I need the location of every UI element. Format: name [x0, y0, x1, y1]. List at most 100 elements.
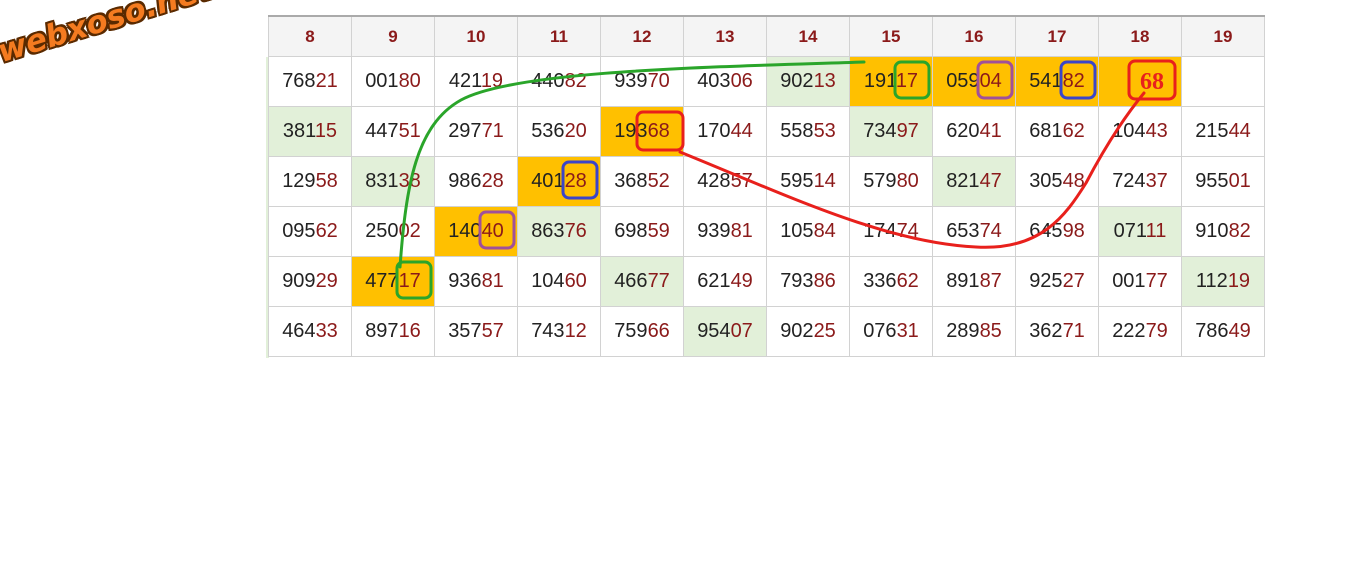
result-cell: 42857 [683, 156, 767, 207]
cell-tail-digits: 71 [1062, 320, 1085, 342]
cell-head-digits: 986 [448, 170, 482, 192]
cell-head-digits: 362 [1029, 320, 1063, 342]
result-cell: 12958 [268, 156, 352, 207]
cell-head-digits: 863 [531, 220, 565, 242]
cell-tail-digits: 97 [896, 120, 919, 142]
cell-tail-digits: 76 [564, 220, 587, 242]
cell-tail-digits: 20 [564, 120, 587, 142]
cell-tail-digits: 62 [315, 220, 338, 242]
column-header-9: 9 [351, 15, 435, 57]
cell-tail-digits: 16 [398, 320, 421, 342]
cell-head-digits: 768 [282, 70, 316, 92]
cell-head-digits: 368 [614, 170, 648, 192]
cell-head-digits: 954 [697, 320, 731, 342]
cell-tail-digits: 06 [730, 70, 753, 92]
cell-head-digits: 297 [448, 120, 482, 142]
result-cell: 47717 [351, 256, 435, 307]
cell-head-digits: 925 [1029, 270, 1063, 292]
cell-tail-digits: 44 [1228, 120, 1251, 142]
cell-head-digits: 001 [1112, 270, 1146, 292]
cell-head-digits: 403 [697, 70, 731, 92]
cell-tail-digits: 77 [1145, 270, 1168, 292]
result-cell: 05904 [932, 56, 1016, 107]
cell-head-digits: 759 [614, 320, 648, 342]
results-table: 8 9 10 11 12 13 14 15 16 17 18 19 76821 00180 42119 44… [268, 15, 1265, 357]
cell-tail-digits: 02 [398, 220, 421, 242]
cell-tail-digits: 11 [1145, 220, 1167, 242]
result-cell: 10584 [766, 206, 850, 257]
cell-head-digits: 909 [282, 270, 316, 292]
result-cell: 17044 [683, 106, 767, 157]
result-cell: 17474 [849, 206, 933, 257]
cell-tail-digits: 17 [398, 270, 421, 292]
column-header-12: 12 [600, 15, 684, 57]
cell-head-digits: 140 [448, 220, 482, 242]
result-cell: 19368 [600, 106, 684, 157]
cell-tail-digits: 27 [1062, 270, 1085, 292]
column-header-10: 10 [434, 15, 518, 57]
result-cell: 62041 [932, 106, 1016, 157]
cell-head-digits: 001 [365, 70, 399, 92]
cell-tail-digits: 79 [1145, 320, 1168, 342]
column-header-14: 14 [766, 15, 850, 57]
cell-head-digits: 653 [946, 220, 980, 242]
cell-head-digits: 698 [614, 220, 648, 242]
cell-head-digits: 558 [780, 120, 814, 142]
result-cell: 10460 [517, 256, 601, 307]
column-header-17: 17 [1015, 15, 1099, 57]
lottery-grid: 8 9 10 11 12 13 14 15 16 17 18 19 76821 00180 42119 44… [266, 15, 1280, 366]
result-cell: 83138 [351, 156, 435, 207]
result-cell: 46433 [268, 306, 352, 357]
cell-tail-digits: 12 [564, 320, 587, 342]
cell-head-digits: 536 [531, 120, 565, 142]
result-cell: 40128 [517, 156, 601, 207]
cell-tail-digits: 51 [398, 120, 421, 142]
result-cell: 72437 [1098, 156, 1182, 207]
cell-head-digits: 129 [282, 170, 316, 192]
cell-head-digits: 595 [780, 170, 814, 192]
cell-tail-digits: 48 [1062, 170, 1085, 192]
result-cell: 33662 [849, 256, 933, 307]
cell-head-digits: 357 [448, 320, 482, 342]
cell-head-digits: 902 [780, 320, 814, 342]
result-cell: 00177 [1098, 256, 1182, 307]
result-cell: 98628 [434, 156, 518, 207]
cell-head-digits: 071 [1113, 220, 1146, 242]
cell-head-digits: 955 [1195, 170, 1229, 192]
cell-tail-digits: 52 [647, 170, 670, 192]
cell-tail-digits: 86 [813, 270, 836, 292]
table-row: 46433 89716 35757 74312 75966 95407 90225 07631… [268, 306, 1265, 357]
cell-tail-digits: 28 [564, 170, 587, 192]
cell-head-digits: 891 [946, 270, 980, 292]
result-cell: 38115 [268, 106, 352, 157]
cell-tail-digits: 37 [1145, 170, 1168, 192]
cell-head-digits: 104 [1112, 120, 1146, 142]
cell-tail-digits: 38 [398, 170, 421, 192]
result-cell: 57980 [849, 156, 933, 207]
cell-tail-digits: 49 [730, 270, 753, 292]
cell-tail-digits: 57 [481, 320, 504, 342]
result-cell: 44082 [517, 56, 601, 107]
cell-tail-digits: 43 [1145, 120, 1168, 142]
result-cell: 89716 [351, 306, 435, 357]
cell-head-digits: 620 [946, 120, 980, 142]
cell-tail-digits: 25 [813, 320, 836, 342]
result-cell: 90225 [766, 306, 850, 357]
result-cell: 29771 [434, 106, 518, 157]
cell-head-digits: 170 [697, 120, 731, 142]
result-cell: 75966 [600, 306, 684, 357]
result-cell: 40306 [683, 56, 767, 107]
result-cell: 44751 [351, 106, 435, 157]
cell-tail-digits: 82 [1228, 220, 1251, 242]
cell-tail-digits: 59 [647, 220, 670, 242]
cell-tail-digits: 71 [481, 120, 504, 142]
cell-head-digits: 793 [780, 270, 814, 292]
cell-head-digits: 215 [1195, 120, 1229, 142]
result-cell: 30548 [1015, 156, 1099, 207]
table-row: 90929 47717 93681 10460 46677 62149 79386 33662… [268, 256, 1265, 307]
result-cell: 93970 [600, 56, 684, 107]
cell-head-digits: 621 [697, 270, 731, 292]
column-header-16: 16 [932, 15, 1016, 57]
result-cell [1098, 56, 1182, 107]
result-cell: 90213 [766, 56, 850, 107]
